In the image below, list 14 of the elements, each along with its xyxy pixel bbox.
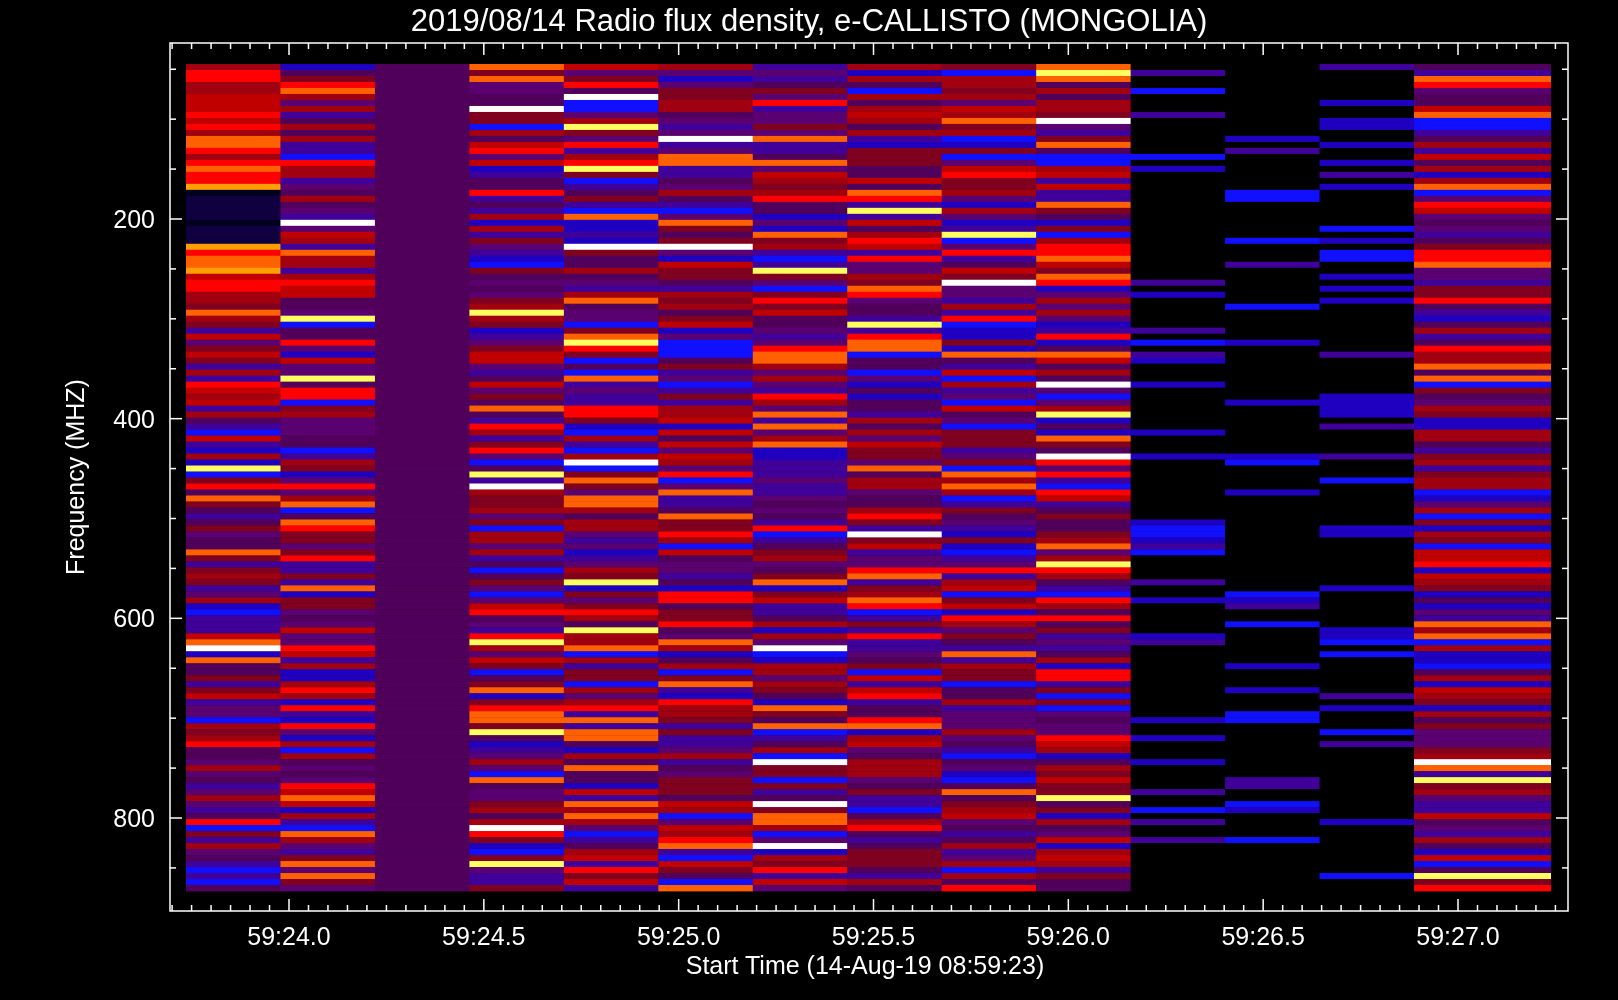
y-tick-label: 800	[113, 804, 155, 832]
x-tick-label: 59:25.0	[636, 922, 721, 950]
x-tick-label: 59:27.0	[1416, 922, 1500, 950]
y-axis-label: Frequency (MHZ)	[61, 379, 89, 575]
x-tick-label: 59:26.0	[1026, 922, 1111, 950]
y-tick-label: 400	[113, 404, 155, 433]
x-tick-label: 59:25.5	[831, 922, 916, 950]
x-tick-label: 59:26.5	[1221, 922, 1305, 950]
x-axis-label: Start Time (14-Aug-19 08:59:23)	[685, 951, 1045, 979]
x-tick-label: 59:24.5	[442, 922, 526, 950]
y-tick-label: 600	[113, 604, 155, 633]
chart-title: 2019/08/14 Radio flux density, e-CALLISTO (MONGOLIA)	[410, 3, 1208, 38]
y-tick-label: 200	[113, 205, 155, 233]
x-tick-label: 59:24.0	[247, 922, 331, 950]
